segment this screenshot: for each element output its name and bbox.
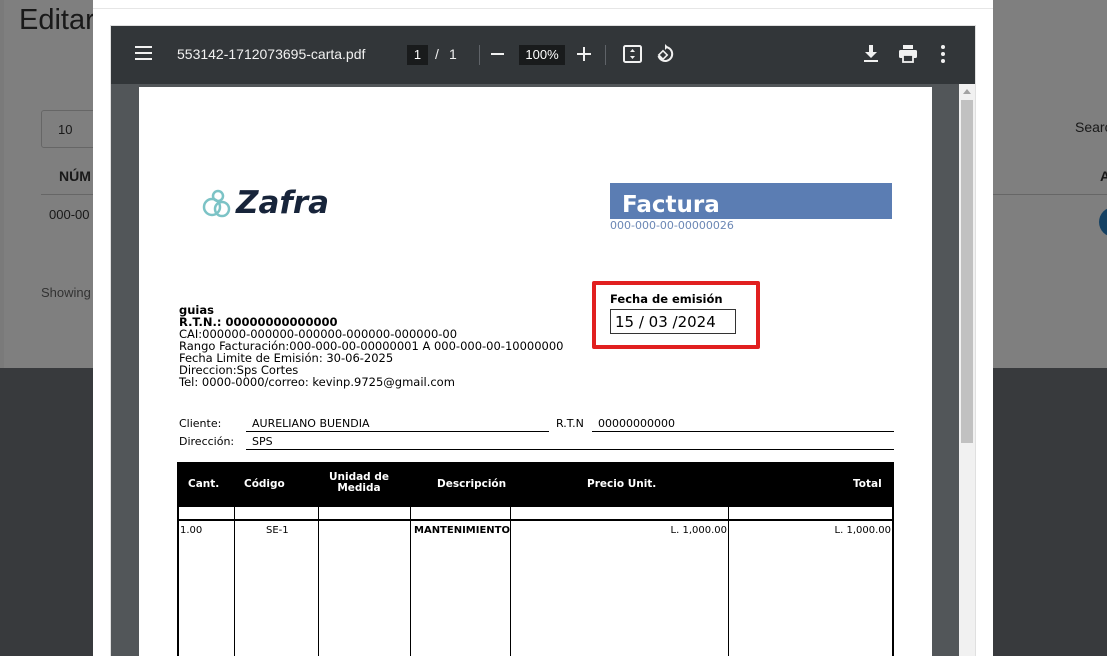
table-border bbox=[892, 462, 894, 656]
client-rtn-label: R.T.N bbox=[556, 417, 584, 430]
issue-date-field[interactable]: 15 / 03 /2024 bbox=[610, 309, 736, 334]
toolbar-divider bbox=[605, 45, 606, 65]
client-rtn-underline bbox=[592, 431, 894, 432]
client-rtn-value: 00000000000 bbox=[598, 417, 675, 430]
table-column-line bbox=[234, 462, 235, 656]
header-descripcion: Descripción bbox=[437, 478, 507, 490]
page-separator: / bbox=[435, 46, 439, 62]
toolbar-divider bbox=[479, 45, 480, 65]
issue-date-label: Fecha de emisión bbox=[610, 292, 723, 306]
zoom-input[interactable]: 100% bbox=[519, 45, 565, 65]
table-column-line bbox=[728, 462, 729, 656]
client-value: AURELIANO BUENDIA bbox=[252, 417, 370, 430]
company-info: guias R.T.N.: 00000000000000 CAI:000000-… bbox=[179, 304, 564, 388]
client-address-value: SPS bbox=[252, 435, 273, 448]
more-options-icon[interactable] bbox=[941, 45, 947, 63]
rotate-icon[interactable] bbox=[655, 44, 675, 64]
table-border bbox=[177, 462, 179, 656]
client-address-label: Dirección: bbox=[179, 435, 235, 448]
fit-to-page-icon[interactable] bbox=[623, 45, 642, 63]
logo-rings-icon bbox=[202, 189, 231, 218]
download-icon[interactable] bbox=[863, 45, 879, 63]
header-codigo: Código bbox=[244, 478, 285, 490]
pdf-content-area[interactable]: Zafra Factura 000-000-00-00000026 Fecha … bbox=[111, 84, 975, 656]
client-underline bbox=[246, 431, 549, 432]
print-icon[interactable] bbox=[898, 45, 918, 63]
pdf-page: Zafra Factura 000-000-00-00000026 Fecha … bbox=[139, 87, 932, 656]
scroll-up-arrow-icon[interactable] bbox=[963, 89, 971, 94]
row-cant: 1.00 bbox=[180, 525, 203, 536]
pdf-viewer: 553142-1712073695-carta.pdf 1 / 1 100% Z… bbox=[110, 25, 976, 656]
zoom-out-icon[interactable] bbox=[491, 53, 504, 55]
invoice-title-banner: Factura bbox=[610, 183, 892, 219]
header-total: Total bbox=[853, 478, 882, 490]
header-precio: Precio Unit. bbox=[587, 478, 657, 490]
table-column-line bbox=[510, 462, 511, 656]
menu-icon[interactable] bbox=[135, 46, 152, 61]
header-unidad: Unidad de Medida bbox=[328, 471, 389, 494]
invoice-table: Cant. Código Unidad de Medida Descripció… bbox=[177, 462, 894, 656]
modal-header-divider bbox=[93, 8, 993, 9]
page-total: 1 bbox=[449, 46, 457, 62]
invoice-title: Factura bbox=[622, 192, 720, 218]
modal-dialog: 553142-1712073695-carta.pdf 1 / 1 100% Z… bbox=[93, 0, 993, 656]
invoice-table-header: Cant. Código Unidad de Medida Descripció… bbox=[177, 462, 894, 507]
row-descripcion: MANTENIMIENTO bbox=[414, 525, 510, 536]
client-label: Cliente: bbox=[179, 417, 222, 430]
table-row-separator bbox=[177, 519, 894, 521]
invoice-number: 000-000-00-00000026 bbox=[610, 219, 734, 232]
scrollbar[interactable] bbox=[959, 84, 975, 656]
client-address-underline bbox=[246, 449, 894, 450]
zoom-in-icon[interactable] bbox=[577, 47, 591, 61]
table-column-line bbox=[318, 462, 319, 656]
scrollbar-thumb[interactable] bbox=[961, 100, 973, 443]
logo-text: Zafra bbox=[236, 185, 330, 221]
pdf-toolbar: 553142-1712073695-carta.pdf 1 / 1 100% bbox=[111, 26, 975, 84]
table-column-line bbox=[410, 462, 411, 656]
company-contacto: Tel: 0000-0000/correo: kevinp.9725@gmail… bbox=[179, 375, 455, 389]
row-codigo: SE-1 bbox=[266, 525, 289, 536]
page-number-input[interactable]: 1 bbox=[407, 45, 428, 65]
pdf-file-name: 553142-1712073695-carta.pdf bbox=[177, 46, 366, 62]
company-logo: Zafra bbox=[200, 185, 340, 227]
row-total: L. 1,000.00 bbox=[834, 525, 891, 536]
row-precio: L. 1,000.00 bbox=[670, 525, 727, 536]
header-cant: Cant. bbox=[188, 478, 220, 490]
